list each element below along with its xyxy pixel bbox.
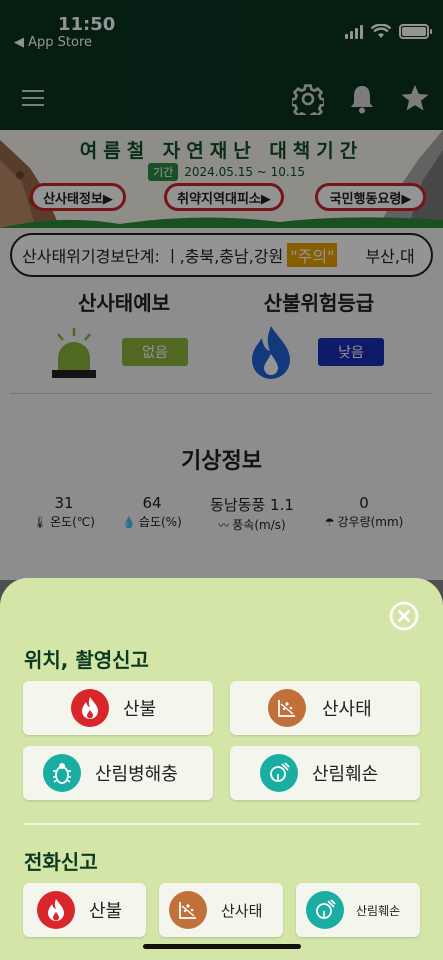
landslide-icon <box>169 891 207 929</box>
close-icon[interactable] <box>388 600 420 632</box>
call-landslide-button[interactable]: 산사태 <box>159 883 283 937</box>
sheet-divider <box>24 823 420 825</box>
fire-icon <box>37 891 75 929</box>
home-indicator[interactable] <box>143 944 301 949</box>
tree-damage-icon <box>306 891 344 929</box>
call-fire-button[interactable]: 산불 <box>23 883 146 937</box>
landslide-icon <box>268 689 306 727</box>
report-bottom-sheet: 위치, 촬영신고 산불 산사태 산림병해충 산림훼손 전화신고 산불 산사태 산… <box>0 578 443 960</box>
call-landslide-label: 산사태 <box>221 901 263 920</box>
fire-icon <box>71 689 109 727</box>
call-tree-damage-button[interactable]: 산림훼손 <box>296 883 420 937</box>
report-pest-button[interactable]: 산림병해충 <box>23 746 213 800</box>
pest-icon <box>43 754 81 792</box>
tree-damage-icon <box>260 754 298 792</box>
location-report-title: 위치, 촬영신고 <box>24 648 149 672</box>
phone-report-title: 전화신고 <box>24 850 98 874</box>
report-tree-damage-label: 산림훼손 <box>312 764 379 785</box>
report-landslide-label: 산사태 <box>322 699 372 720</box>
report-fire-label: 산불 <box>123 699 157 720</box>
report-pest-label: 산림병해충 <box>95 764 178 785</box>
call-fire-label: 산불 <box>89 901 123 922</box>
report-fire-button[interactable]: 산불 <box>23 681 213 735</box>
call-tree-damage-label: 산림훼손 <box>356 903 401 918</box>
report-tree-damage-button[interactable]: 산림훼손 <box>230 746 420 800</box>
report-landslide-button[interactable]: 산사태 <box>230 681 420 735</box>
